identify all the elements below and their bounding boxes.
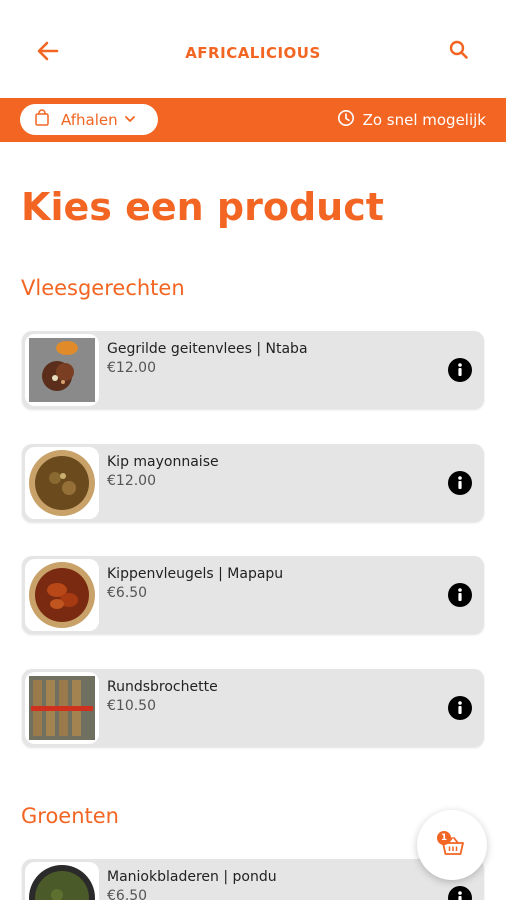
cart-count-badge: 1 bbox=[437, 831, 451, 845]
page-title: Kies een product bbox=[21, 185, 384, 229]
brand-logo: AFRICALICIOUS bbox=[185, 44, 321, 62]
info-icon[interactable] bbox=[448, 358, 472, 382]
info-icon[interactable] bbox=[448, 583, 472, 607]
product-name: Maniokbladeren | pondu bbox=[107, 869, 277, 885]
section-title-vleesgerechten: Vleesgerechten bbox=[21, 276, 185, 300]
pickup-mode-label: Afhalen bbox=[61, 110, 118, 129]
cart-button[interactable]: 1 bbox=[417, 810, 487, 880]
product-image bbox=[25, 559, 99, 631]
product-image bbox=[25, 672, 99, 744]
product-price: €6.50 bbox=[107, 888, 148, 900]
section-title-groenten: Groenten bbox=[21, 804, 119, 828]
product-card[interactable]: Maniokbladeren | pondu €6.50 bbox=[22, 859, 484, 900]
product-image bbox=[25, 862, 99, 900]
product-price: €6.50 bbox=[107, 585, 148, 601]
pickup-time-label: Zo snel mogelijk bbox=[362, 111, 486, 129]
product-card[interactable]: Kippenvleugels | Mapapu €6.50 bbox=[22, 556, 484, 634]
product-price: €12.00 bbox=[107, 360, 156, 376]
product-name: Kippenvleugels | Mapapu bbox=[107, 566, 284, 582]
clock-icon bbox=[337, 109, 355, 131]
pickup-mode-dropdown[interactable]: Afhalen bbox=[20, 104, 158, 135]
product-name: Gegrilde geitenvlees | Ntaba bbox=[107, 341, 308, 357]
product-price: €10.50 bbox=[107, 698, 156, 714]
info-icon[interactable] bbox=[448, 471, 472, 495]
order-options-bar: Afhalen Zo snel mogelijk bbox=[0, 98, 506, 142]
product-name: Kip mayonnaise bbox=[107, 454, 219, 470]
product-card[interactable]: Kip mayonnaise €12.00 bbox=[22, 444, 484, 522]
info-icon[interactable] bbox=[448, 696, 472, 720]
app-header: AFRICALICIOUS bbox=[0, 0, 506, 98]
chevron-down-icon bbox=[124, 110, 136, 129]
product-image bbox=[25, 447, 99, 519]
product-name: Rundsbrochette bbox=[107, 679, 218, 695]
product-card[interactable]: Gegrilde geitenvlees | Ntaba €12.00 bbox=[22, 331, 484, 409]
shopping-bag-icon bbox=[35, 109, 49, 130]
product-image bbox=[25, 334, 99, 406]
product-card[interactable]: Rundsbrochette €10.50 bbox=[22, 669, 484, 747]
pickup-time-selector[interactable]: Zo snel mogelijk bbox=[337, 109, 486, 131]
info-icon[interactable] bbox=[448, 886, 472, 900]
search-icon[interactable] bbox=[446, 37, 472, 63]
product-price: €12.00 bbox=[107, 473, 156, 489]
